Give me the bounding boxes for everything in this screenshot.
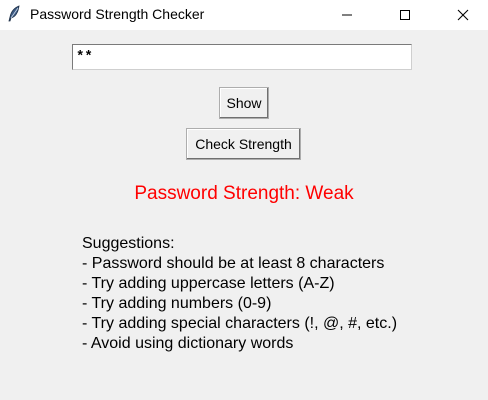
app-window: Password Strength Checker Show Check Str…: [0, 0, 488, 400]
feather-icon: [6, 5, 22, 23]
suggestion-item: - Password should be at least 8 characte…: [82, 255, 385, 272]
minimize-button[interactable]: [324, 0, 370, 30]
minimize-icon: [341, 9, 353, 21]
maximize-button[interactable]: [382, 0, 428, 30]
suggestion-item: - Try adding special characters (!, @, #…: [82, 315, 398, 332]
suggestions-heading: Suggestions:: [82, 235, 175, 252]
maximize-icon: [399, 9, 411, 21]
close-icon: [457, 9, 469, 21]
password-input[interactable]: [72, 44, 412, 70]
window-title: Password Strength Checker: [30, 6, 205, 22]
show-button[interactable]: Show: [219, 87, 269, 119]
suggestion-item: - Avoid using dictionary words: [82, 335, 294, 352]
check-strength-button[interactable]: Check Strength: [186, 128, 301, 160]
suggestions-panel: Suggestions: - Password should be at lea…: [82, 234, 397, 354]
suggestion-item: - Try adding numbers (0-9): [82, 295, 272, 312]
strength-result-label: Password Strength: Weak: [134, 183, 354, 204]
suggestion-item: - Try adding uppercase letters (A-Z): [82, 275, 335, 292]
title-bar[interactable]: Password Strength Checker: [0, 0, 488, 30]
close-button[interactable]: [440, 0, 486, 30]
